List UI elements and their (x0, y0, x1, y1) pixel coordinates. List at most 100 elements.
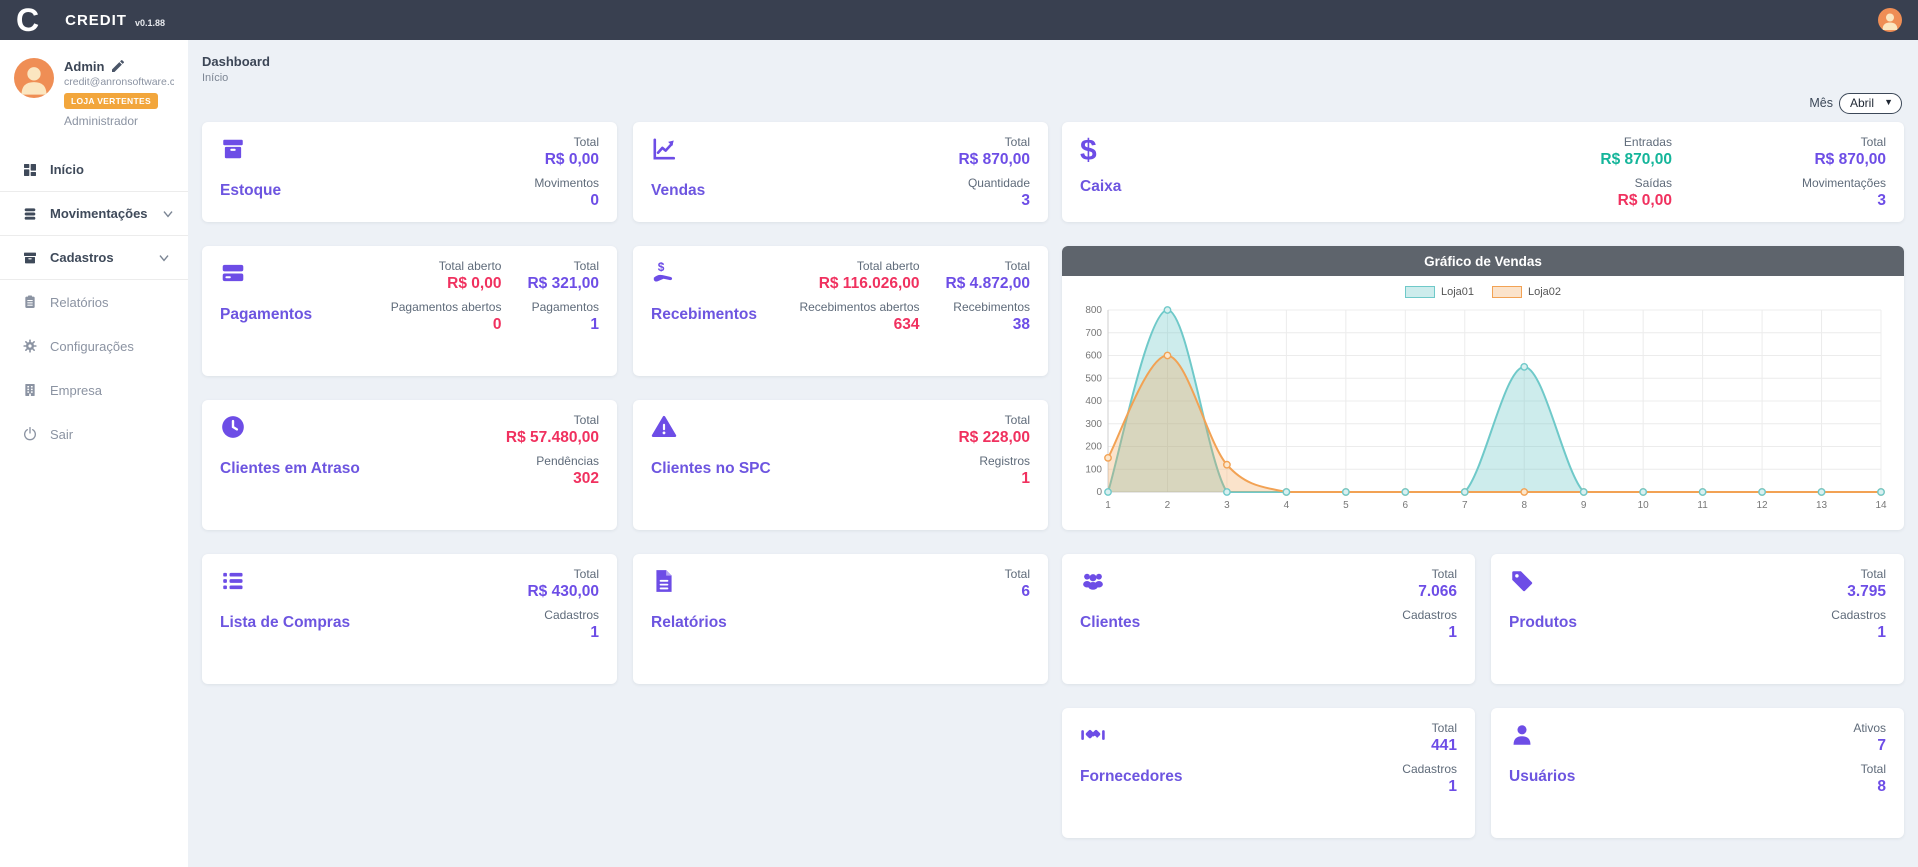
stat-column: TotalR$ 870,00Quantidade3 (958, 136, 1030, 208)
stat-column: Total441Cadastros1 (1402, 722, 1457, 824)
clipboard-icon (22, 294, 38, 310)
sidebar-item-inicio[interactable]: Início (0, 148, 188, 192)
card-recebimentos[interactable]: $ Recebimentos Total abertoR$ 116.026,00… (633, 246, 1048, 376)
sidebar-item-label: Sair (50, 427, 73, 442)
card-vendas[interactable]: Vendas TotalR$ 870,00Quantidade3 (633, 122, 1048, 222)
header-avatar[interactable] (1878, 8, 1902, 32)
left-card-grid: Estoque TotalR$ 0,00Movimentos0 Vendas T… (202, 122, 1048, 838)
user-email: credit@anronsoftware.co... (64, 76, 174, 88)
card-stats: EntradasR$ 870,00SaídasR$ 0,00TotalR$ 87… (1600, 136, 1886, 208)
svg-text:500: 500 (1085, 373, 1102, 384)
card-stats: Total abertoR$ 0,00Pagamentos abertos0To… (391, 260, 599, 362)
stat-label: Saídas (1635, 177, 1672, 191)
card-estoque[interactable]: Estoque TotalR$ 0,00Movimentos0 (202, 122, 617, 222)
legend-item[interactable]: Loja02 (1492, 286, 1561, 298)
sidebar-item-cadastros[interactable]: Cadastros (0, 236, 188, 280)
stat-value: 0 (493, 315, 502, 335)
stat-value: 8 (1877, 777, 1886, 797)
warning-icon (651, 414, 771, 442)
stat-value: 302 (573, 469, 599, 489)
sidebar-item-empresa[interactable]: Empresa (0, 368, 188, 412)
hand-dollar-icon: $ (651, 260, 757, 288)
svg-text:4: 4 (1284, 500, 1290, 511)
stat-value: 441 (1431, 736, 1457, 756)
stat-label: Total aberto (857, 260, 920, 274)
stat-value: 7 (1877, 736, 1886, 756)
card-produtos[interactable]: Produtos Total3.795Cadastros1 (1491, 554, 1904, 684)
pencil-icon[interactable] (110, 58, 126, 74)
stat-value: 38 (1013, 315, 1030, 335)
svg-text:13: 13 (1816, 500, 1828, 511)
card-title: Recebimentos (651, 306, 757, 324)
stat-value: 3.795 (1847, 582, 1886, 602)
stat-value: R$ 321,00 (527, 274, 599, 294)
card-lista-de-compras[interactable]: Lista de Compras TotalR$ 430,00Cadastros… (202, 554, 617, 684)
chart-legend: Loja01 Loja02 (1076, 282, 1890, 302)
stat-column: Total abertoR$ 0,00Pagamentos abertos0 (391, 260, 502, 362)
stat-column: TotalR$ 0,00Movimentos0 (534, 136, 599, 208)
building-icon (22, 382, 38, 398)
avatar-icon (1878, 8, 1902, 32)
sidebar-item-configuracoes[interactable]: Configurações (0, 324, 188, 368)
stat-label: Total aberto (439, 260, 502, 274)
card-clientes-em-atraso[interactable]: Clientes em Atraso TotalR$ 57.480,00Pend… (202, 400, 617, 530)
stat-value: R$ 0,00 (1618, 191, 1672, 211)
breadcrumb-subtitle: Início (202, 72, 1904, 84)
clock-icon (220, 414, 360, 442)
svg-text:0: 0 (1096, 487, 1102, 498)
card-title: Pagamentos (220, 306, 312, 324)
sidebar-item-relatorios[interactable]: Relatórios (0, 280, 188, 324)
card-title: Lista de Compras (220, 614, 350, 632)
svg-text:$: $ (658, 260, 665, 274)
month-select[interactable]: Abril (1839, 93, 1902, 114)
stat-label: Total (1432, 568, 1457, 582)
legend-item[interactable]: Loja01 (1405, 286, 1474, 298)
sidebar-item-label: Movimentações (50, 206, 148, 221)
user-name-text: Admin (64, 59, 104, 74)
sidebar-item-movimentacoes[interactable]: Movimentações (0, 192, 188, 236)
stat-value: 3 (1877, 191, 1886, 211)
month-filter: Mês Abril (202, 92, 1902, 114)
legend-label: Loja01 (1441, 286, 1474, 298)
card-title: Produtos (1509, 614, 1577, 632)
stat-label: Pagamentos abertos (391, 301, 502, 315)
sidebar-nav: Início Movimentações Cadastros (0, 148, 188, 456)
card-relatorios[interactable]: Relatórios Total6 (633, 554, 1048, 684)
svg-text:6: 6 (1403, 500, 1409, 511)
sidebar: Admin credit@anronsoftware.co... LOJA VE… (0, 40, 188, 867)
card-usuarios[interactable]: Usuários Ativos7Total8 (1491, 708, 1904, 838)
card-clientes[interactable]: Clientes Total7.066Cadastros1 (1062, 554, 1475, 684)
chevron-down-icon (160, 206, 176, 222)
file-icon (651, 568, 727, 596)
svg-text:7: 7 (1462, 500, 1468, 511)
sidebar-item-sair[interactable]: Sair (0, 412, 188, 456)
stat-column: TotalR$ 228,00Registros1 (958, 414, 1030, 516)
card-clientes-no-spc[interactable]: Clientes no SPC TotalR$ 228,00Registros1 (633, 400, 1048, 530)
stat-label: Quantidade (968, 177, 1030, 191)
gear-icon (22, 338, 38, 354)
card-title: Clientes no SPC (651, 460, 771, 478)
stat-label: Cadastros (1402, 763, 1457, 777)
card-title: Caixa (1080, 178, 1121, 196)
sales-chart-svg: 0100200300400500600700800123456789101112… (1076, 302, 1889, 514)
sales-chart-card: Gráfico de Vendas Loja01Loja02 010020030… (1062, 246, 1904, 530)
card-pagamentos[interactable]: Pagamentos Total abertoR$ 0,00Pagamentos… (202, 246, 617, 376)
stat-value: R$ 870,00 (1814, 150, 1886, 170)
card-stats: Ativos7Total8 (1853, 722, 1886, 824)
stat-column: TotalR$ 57.480,00Pendências302 (506, 414, 599, 516)
svg-text:11: 11 (1697, 500, 1708, 511)
stat-label: Total (1005, 414, 1030, 428)
stat-value: R$ 4.872,00 (946, 274, 1030, 294)
card-title: Clientes (1080, 614, 1140, 632)
stat-column: TotalR$ 870,00Movimentações3 (1802, 136, 1886, 208)
stat-value: 0 (590, 191, 599, 211)
card-title: Relatórios (651, 614, 727, 632)
main-content: Dashboard Início Mês Abril Estoque (188, 40, 1918, 867)
stat-label: Movimentos (534, 177, 599, 191)
stat-value: 1 (590, 623, 599, 643)
svg-text:1: 1 (1105, 500, 1111, 511)
card-fornecedores[interactable]: Fornecedores Total441Cadastros1 (1062, 708, 1475, 838)
user-avatar[interactable] (14, 58, 54, 98)
svg-text:5: 5 (1343, 500, 1349, 511)
card-caixa[interactable]: $ Caixa EntradasR$ 870,00SaídasR$ 0,00To… (1062, 122, 1904, 222)
